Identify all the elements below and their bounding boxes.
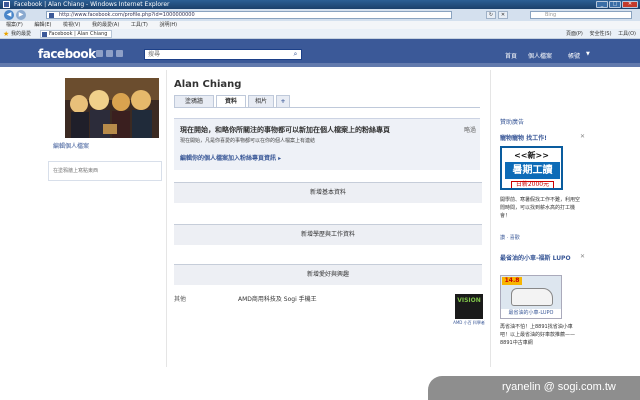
safety-menu[interactable]: 安全性(S)	[589, 31, 611, 37]
ad2-description: 再省油不怕！上8891找省油小車吧！以上最省油的好車款推薦——8891中古車網	[500, 324, 576, 346]
add-basic-info-button[interactable]: 新增基本資料	[174, 182, 482, 203]
friend-requests-icon[interactable]	[96, 50, 103, 57]
ad1-img-main: 暑期工讀	[505, 162, 560, 179]
ie-menu-bar: 檔案(F) 編輯(E) 檢視(V) 我的最愛(A) 工具(T) 說明(H)	[0, 21, 640, 29]
menu-file[interactable]: 檔案(F)	[6, 22, 23, 28]
ad1-description: 開學前、寒暑假找工作不難，利用空閒時間，可以找到薪水高的打工機會！	[500, 197, 581, 219]
ie-search-placeholder: Bing	[545, 12, 557, 18]
ad1-img-top: <<新>>	[514, 151, 549, 160]
tools-menu[interactable]: 工具(O)	[618, 31, 636, 37]
profile-picture-art	[65, 78, 159, 138]
search-placeholder: 搜尋	[148, 51, 161, 58]
write-something-box[interactable]: 在塗鴉牆上寫點東西	[48, 161, 162, 181]
messages-icon[interactable]	[106, 50, 113, 57]
nav-profile[interactable]: 個人檔案	[528, 51, 552, 60]
ie-search-input[interactable]: Bing	[530, 11, 632, 19]
watermark-text: ryanelin @ sogi.com.tw	[502, 381, 616, 393]
menu-help[interactable]: 說明(H)	[159, 22, 177, 28]
window-title-bar: Facebook | Alan Chiang - Windows Interne…	[0, 0, 640, 9]
menu-view[interactable]: 檢視(V)	[63, 22, 80, 28]
address-toolbar: ◀ ▶ http://www.facebook.com/profile.php?…	[0, 9, 640, 21]
back-button[interactable]: ◀	[4, 10, 14, 20]
ad2-img-caption: 最省油的小車-LUPO	[501, 309, 561, 318]
address-input[interactable]: http://www.facebook.com/profile.php?id=1…	[46, 11, 452, 19]
ad2-badge: 14.8	[502, 277, 522, 285]
page-favicon	[49, 13, 54, 18]
edit-profile-link[interactable]: 編輯個人檔案	[53, 141, 89, 150]
other-value[interactable]: AMD商用科技及 Sogi 手機王	[238, 294, 317, 303]
favorites-label[interactable]: 我的最愛	[11, 29, 31, 39]
ad2-title[interactable]: 最省油的小車-福斯 LUPO	[500, 255, 571, 262]
ad1-like-link[interactable]: 讚 · 喜歡	[500, 234, 520, 241]
profile-name: Alan Chiang	[174, 79, 242, 90]
maximize-button[interactable]: □	[609, 1, 621, 8]
ad1-img-price: 日薪2000元	[511, 181, 554, 188]
window-title: Facebook | Alan Chiang - Windows Interne…	[14, 1, 170, 8]
ad2-header: 最省油的小車-福斯 LUPO ✕	[500, 253, 585, 262]
add-education-work-button[interactable]: 新增學歷與工作資料	[174, 224, 482, 245]
tab-favicon	[42, 32, 47, 37]
left-column-divider	[166, 70, 167, 370]
minimize-button[interactable]: _	[596, 1, 608, 8]
car-icon	[511, 288, 553, 306]
browser-tab[interactable]: Facebook | Alan Chiang	[40, 30, 112, 38]
notice-heading: 現在開始，和略你所關注的事物都可以新加在個人檔案上的粉絲專頁	[180, 126, 390, 134]
ad1-image[interactable]: <<新>> 暑期工讀 日薪2000元	[500, 146, 563, 190]
notice-skip-link[interactable]: 略過	[464, 125, 476, 134]
ad2-close-icon[interactable]: ✕	[580, 253, 585, 260]
browser-tab-label: Facebook | Alan Chiang	[49, 31, 108, 37]
notifications-icon[interactable]	[116, 50, 123, 57]
tabs-baseline	[174, 107, 480, 108]
refresh-button[interactable]: ↻	[486, 11, 496, 19]
profile-picture[interactable]	[65, 78, 159, 138]
star-icon[interactable]: ★	[3, 31, 9, 38]
search-icon[interactable]: ⌕	[291, 51, 300, 58]
ad2-image[interactable]: 14.8 最省油的小車-LUPO	[500, 275, 562, 319]
facebook-logo[interactable]: facebook	[38, 47, 96, 61]
facebook-search-input[interactable]: 搜尋 ⌕	[144, 49, 302, 60]
menu-favorites[interactable]: 我的最愛(A)	[92, 22, 119, 28]
ad1-close-icon[interactable]: ✕	[580, 133, 585, 140]
sponsored-header: 贊助廣告	[500, 119, 525, 126]
ad1-header: 寵物寵物 找工作! ✕	[500, 133, 585, 142]
ad1-title[interactable]: 寵物寵物 找工作!	[500, 135, 547, 142]
url-text: http://www.facebook.com/profile.php?id=1…	[59, 12, 195, 18]
menu-tools[interactable]: 工具(T)	[131, 22, 148, 28]
favorites-bar: ★ 我的最愛 Facebook | Alan Chiang 頁面(P) 安全性(…	[0, 29, 640, 39]
notice-subtext: 現在開始，凡是你喜愛的事物都可以在你的個人檔案上有連結	[180, 138, 316, 144]
amd-vision-thumbnail[interactable]: VISION	[455, 294, 483, 319]
pages-notice: 現在開始，和略你所關注的事物都可以新加在個人檔案上的粉絲專頁 現在開始，凡是你喜…	[174, 118, 480, 170]
account-dropdown-icon[interactable]: ▼	[586, 51, 590, 57]
page-menu[interactable]: 頁面(P)	[566, 31, 583, 37]
stop-button[interactable]: ✕	[498, 11, 508, 19]
other-label: 其他	[174, 296, 187, 303]
add-interests-button[interactable]: 新增愛好與興趣	[174, 264, 482, 285]
nav-home[interactable]: 首頁	[505, 51, 517, 60]
command-bar: 頁面(P) 安全性(S) 工具(O)	[561, 29, 636, 39]
menu-edit[interactable]: 編輯(E)	[34, 22, 51, 28]
nav-account[interactable]: 帳號	[568, 51, 580, 60]
facebook-header: facebook 搜尋 ⌕ 首頁 個人檔案 帳號 ▼	[0, 39, 640, 67]
forward-button[interactable]: ▶	[16, 10, 26, 20]
facebook-icon	[3, 1, 10, 8]
notification-jewels	[96, 50, 136, 58]
close-button[interactable]: ✕	[622, 1, 638, 8]
amd-vision-caption[interactable]: AMD 小百 科學者	[452, 320, 486, 325]
right-column-divider	[490, 70, 491, 370]
notice-link[interactable]: 編輯你的個人檔案加入粉絲專頁資訊 ▸	[180, 153, 281, 162]
